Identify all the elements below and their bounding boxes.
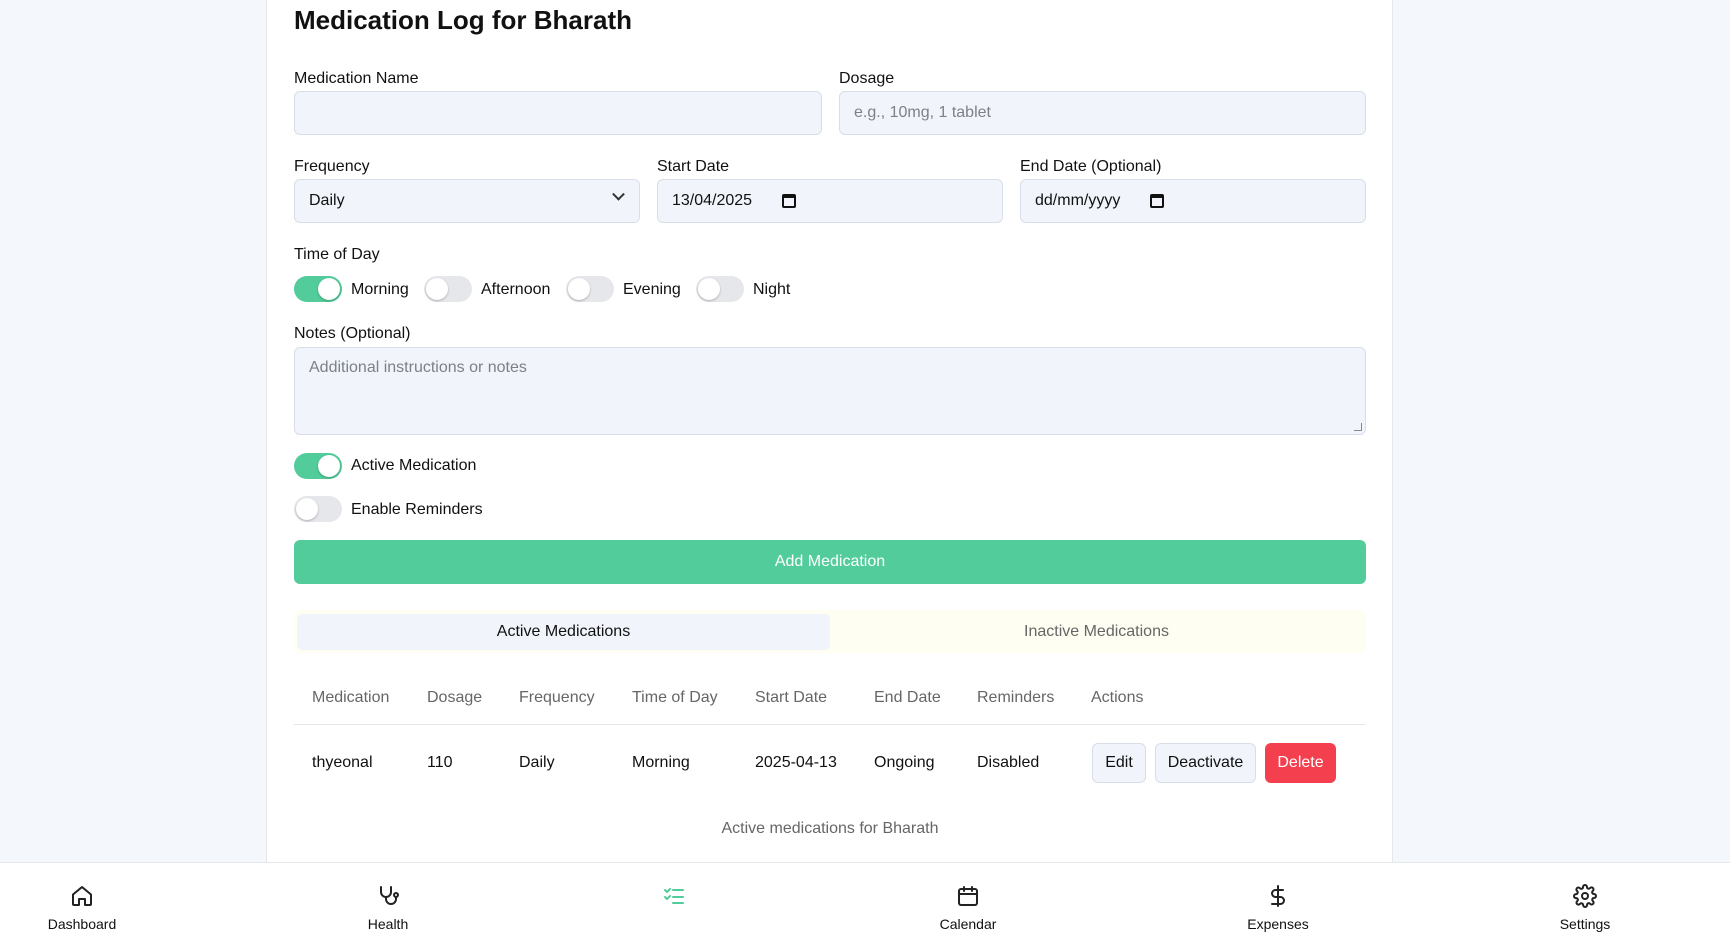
toggle-active-medication[interactable] <box>294 453 342 479</box>
nav-label: Settings <box>1559 916 1611 932</box>
toggle-evening-label: Evening <box>623 281 681 298</box>
medication-name-label: Medication Name <box>294 70 419 87</box>
active-medication-label: Active Medication <box>351 457 477 474</box>
toggle-afternoon[interactable] <box>424 276 472 302</box>
frequency-select[interactable]: Daily <box>294 179 640 223</box>
start-date-label: Start Date <box>657 158 730 175</box>
edit-button[interactable]: Edit <box>1092 743 1146 783</box>
tab-active-medications[interactable]: Active Medications <box>297 614 830 650</box>
start-date-value: 13/04/2025 <box>672 192 753 209</box>
page-title: Medication Log for Bharath <box>294 5 632 35</box>
cell-start-date: 2025-04-13 <box>755 754 837 771</box>
table-caption: Active medications for Bharath <box>721 820 939 837</box>
tab-inactive-medications[interactable]: Inactive Medications <box>830 614 1363 650</box>
dosage-input[interactable]: e.g., 10mg, 1 tablet <box>839 91 1366 135</box>
resize-grip-icon[interactable] <box>1354 423 1362 431</box>
nav-label: Health <box>367 916 409 932</box>
column-header: Time of Day <box>632 689 718 706</box>
column-header: Medication <box>312 689 390 706</box>
cell-reminders: Disabled <box>977 754 1040 771</box>
column-header: Frequency <box>519 689 595 706</box>
deactivate-button[interactable]: Deactivate <box>1155 743 1256 783</box>
calendar-picker-icon[interactable] <box>782 194 797 208</box>
nav-item-calendar[interactable]: Calendar <box>908 863 1028 942</box>
enable-reminders-label: Enable Reminders <box>351 501 483 518</box>
cell-medication: thyeonal <box>312 754 373 771</box>
bottom-nav: Dashboard Health Calendar Expenses Setti… <box>0 862 1730 942</box>
nav-label: Expenses <box>1247 916 1309 932</box>
calendar-picker-icon[interactable] <box>1150 194 1165 208</box>
medication-form-card: Medication Log for Bharath Medication Na… <box>266 0 1393 862</box>
toggle-evening[interactable] <box>566 276 614 302</box>
start-date-input[interactable]: 13/04/2025 <box>657 179 1003 223</box>
frequency-value: Daily <box>309 192 345 209</box>
toggle-enable-reminders[interactable] <box>294 496 342 522</box>
chevron-down-icon <box>612 187 625 201</box>
toggle-morning-label: Morning <box>351 281 409 298</box>
calendar-icon <box>958 886 978 906</box>
notes-textarea[interactable]: Additional instructions or notes <box>294 347 1366 435</box>
medication-name-input[interactable] <box>294 91 822 135</box>
nav-label: Calendar <box>939 916 997 932</box>
frequency-label: Frequency <box>294 158 370 175</box>
gear-icon <box>1573 884 1597 908</box>
cell-end-date: Ongoing <box>874 754 935 771</box>
toggle-night[interactable] <box>696 276 744 302</box>
end-date-value: dd/mm/yyyy <box>1035 192 1121 209</box>
nav-item-dashboard[interactable]: Dashboard <box>22 863 142 942</box>
end-date-label: End Date (Optional) <box>1020 158 1162 175</box>
nav-item-health[interactable]: Health <box>328 863 448 942</box>
stethoscope-icon <box>380 886 399 905</box>
cell-frequency: Daily <box>519 754 555 771</box>
home-icon <box>72 886 92 906</box>
end-date-input[interactable]: dd/mm/yyyy <box>1020 179 1366 223</box>
dosage-label: Dosage <box>839 70 895 87</box>
column-header: End Date <box>874 689 941 706</box>
nav-label: Dashboard <box>47 916 117 932</box>
nav-item-expenses[interactable]: Expenses <box>1218 863 1338 942</box>
nav-item-settings[interactable]: Settings <box>1525 863 1645 942</box>
delete-button[interactable]: Delete <box>1265 743 1336 783</box>
table-divider <box>294 724 1366 725</box>
cell-time-of-day: Morning <box>632 754 690 771</box>
column-header: Reminders <box>977 689 1055 706</box>
toggle-afternoon-label: Afternoon <box>481 281 551 298</box>
checklist-icon <box>664 888 684 904</box>
toggle-morning[interactable] <box>294 276 342 302</box>
notes-label: Notes (Optional) <box>294 325 411 342</box>
toggle-night-label: Night <box>753 281 791 298</box>
notes-placeholder: Additional instructions or notes <box>309 359 527 376</box>
column-header: Dosage <box>427 689 483 706</box>
add-medication-button[interactable]: Add Medication <box>294 540 1366 584</box>
medication-tabs: Active Medications Inactive Medications <box>294 610 1366 653</box>
cell-dosage: 110 <box>427 754 453 771</box>
column-header: Start Date <box>755 689 828 706</box>
nav-item-medications[interactable] <box>614 863 734 942</box>
column-header: Actions <box>1091 689 1144 706</box>
dollar-icon <box>1271 885 1285 907</box>
time-of-day-label: Time of Day <box>294 246 380 263</box>
